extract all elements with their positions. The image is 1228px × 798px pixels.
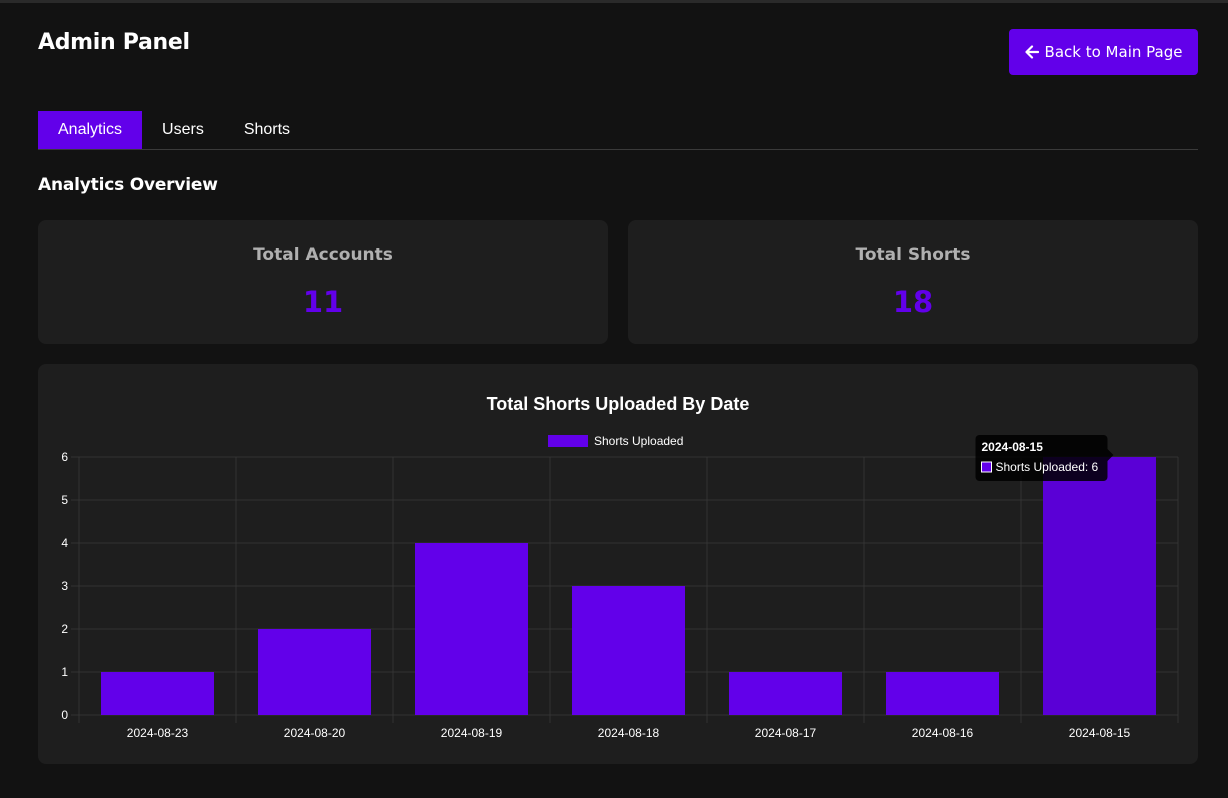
- total-accounts-card: Total Accounts 11: [38, 220, 608, 344]
- chart-card: Total Shorts Uploaded By Date Shorts Upl…: [38, 364, 1198, 764]
- x-axis: 2024-08-23 2024-08-20 2024-08-19 2024-08-18…: [127, 726, 1131, 740]
- x-tick-label: 2024-08-20: [284, 726, 346, 740]
- total-shorts-label: Total Shorts: [855, 245, 971, 265]
- bar[interactable]: [101, 672, 214, 715]
- x-tick-label: 2024-08-18: [598, 726, 660, 740]
- total-accounts-value: 11: [302, 285, 344, 319]
- y-tick-label: 4: [61, 536, 68, 550]
- x-tick-label: 2024-08-23: [127, 726, 189, 740]
- back-button-label: Back to Main Page: [1044, 43, 1183, 61]
- tooltip-title: 2024-08-15: [982, 440, 1044, 454]
- total-shorts-value: 18: [892, 285, 934, 319]
- bar[interactable]: [886, 672, 999, 715]
- legend-label: Shorts Uploaded: [594, 434, 683, 448]
- legend-swatch: [548, 435, 588, 447]
- tab-bar: Analytics Users Shorts: [38, 111, 1198, 150]
- y-tick-label: 0: [61, 708, 68, 722]
- x-tick-label: 2024-08-17: [755, 726, 817, 740]
- tab-analytics[interactable]: Analytics: [38, 111, 143, 149]
- tooltip-swatch: [981, 461, 992, 473]
- arrow-left-icon: [1024, 45, 1039, 59]
- tooltip-label: Shorts Uploaded: 6: [996, 460, 1099, 474]
- bar[interactable]: [572, 586, 685, 715]
- x-tick-label: 2024-08-19: [441, 726, 503, 740]
- x-tick-label: 2024-08-16: [912, 726, 974, 740]
- section-title: Analytics Overview: [38, 175, 218, 195]
- tab-shorts[interactable]: Shorts: [224, 111, 310, 149]
- bar[interactable]: [729, 672, 842, 715]
- y-axis: 0 1 2 3 4 5 6: [61, 450, 68, 722]
- total-shorts-card: Total Shorts 18: [628, 220, 1198, 344]
- chart-title: Total Shorts Uploaded By Date: [487, 394, 750, 414]
- x-tick-label: 2024-08-15: [1069, 726, 1131, 740]
- y-tick-label: 2: [61, 622, 68, 636]
- chart-tooltip: 2024-08-15 Shorts Uploaded: 6: [975, 435, 1114, 481]
- y-tick-label: 1: [61, 665, 68, 679]
- tab-users[interactable]: Users: [142, 111, 224, 149]
- total-accounts-label: Total Accounts: [253, 245, 393, 265]
- y-tick-label: 5: [61, 493, 68, 507]
- y-tick-label: 6: [61, 450, 68, 464]
- bar[interactable]: [415, 543, 528, 715]
- shorts-by-date-chart: Total Shorts Uploaded By Date Shorts Upl…: [61, 394, 1179, 740]
- page-title: Admin Panel: [38, 30, 190, 55]
- back-to-main-button[interactable]: Back to Main Page: [1009, 29, 1198, 75]
- bar[interactable]: [258, 629, 371, 715]
- chart-legend[interactable]: Shorts Uploaded: [548, 434, 683, 448]
- y-tick-label: 3: [61, 579, 68, 593]
- top-border: [0, 0, 1228, 3]
- bar[interactable]: [1043, 457, 1156, 715]
